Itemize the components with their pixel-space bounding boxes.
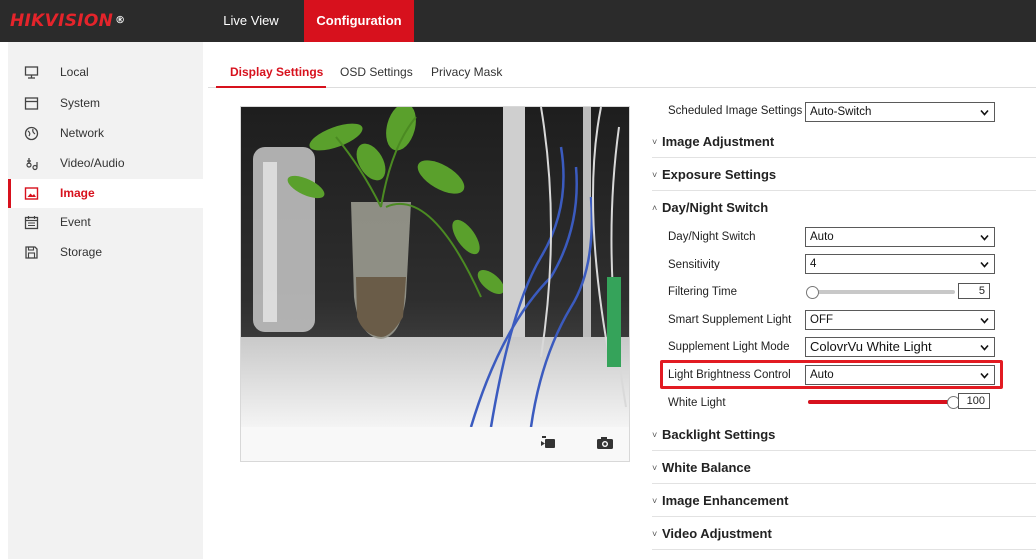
system-icon <box>24 97 39 110</box>
active-tab-underline <box>216 86 326 88</box>
scheduled-image-settings-select[interactable]: Auto-Switch <box>805 102 995 122</box>
section-exposure-settings[interactable]: ˅ Exposure Settings <box>652 158 1036 191</box>
snapshot-icon[interactable] <box>596 436 614 450</box>
hikvision-logo: HIKVISION ® <box>10 11 126 31</box>
white-light-value[interactable]: 100 <box>958 393 990 409</box>
day-night-switch-select[interactable]: Auto <box>805 227 995 247</box>
section-image-enhancement[interactable]: ˅ Image Enhancement <box>652 484 1036 517</box>
scheduled-image-settings-label: Scheduled Image Settings <box>668 105 803 117</box>
chevron-down-icon: ˅ <box>652 430 658 440</box>
video-audio-icon <box>26 158 38 171</box>
smart-supplement-light-label: Smart Supplement Light <box>668 314 792 326</box>
nav-live-view[interactable]: Live View <box>218 0 284 42</box>
section-day-night-switch[interactable]: ˄ Day/Night Switch <box>652 191 1036 224</box>
select-value: Auto <box>810 369 834 381</box>
chevron-down-icon <box>980 372 989 379</box>
chevron-down-icon <box>980 109 989 116</box>
sidebar-item-label: Network <box>60 126 105 140</box>
section-backlight-settings[interactable]: ˅ Backlight Settings <box>652 418 1036 451</box>
select-value: OFF <box>810 314 833 326</box>
chevron-down-icon: ˅ <box>652 496 658 506</box>
tab-privacy-mask[interactable]: Privacy Mask <box>431 64 502 84</box>
sidebar-item-image[interactable]: Image <box>8 179 203 208</box>
storage-icon <box>25 246 38 259</box>
video-preview <box>241 107 629 427</box>
chevron-down-icon <box>980 317 989 324</box>
white-light-slider-fill <box>808 400 953 404</box>
sidebar-item-video-audio[interactable]: Video/Audio <box>8 149 203 178</box>
sidebar-item-storage[interactable]: Storage <box>8 238 203 267</box>
sidebar-item-label: Event <box>60 215 91 229</box>
section-white-balance[interactable]: ˅ White Balance <box>652 451 1036 484</box>
sidebar-item-label: Video/Audio <box>60 156 125 170</box>
sensitivity-select[interactable]: 4 <box>805 254 995 274</box>
sidebar-item-label: Image <box>60 186 95 200</box>
sidebar: Local System Network Video/Audio Image E… <box>8 42 203 559</box>
active-indicator <box>8 179 11 208</box>
chevron-down-icon: ˅ <box>652 463 658 473</box>
light-brightness-control-label: Light Brightness Control <box>668 369 791 381</box>
chevron-down-icon <box>980 344 989 351</box>
sidebar-item-label: Local <box>60 65 89 79</box>
filtering-time-slider[interactable] <box>812 290 955 294</box>
chevron-down-icon: ˅ <box>652 170 658 180</box>
sidebar-item-system[interactable]: System <box>8 89 203 118</box>
video-toolbar <box>241 427 629 461</box>
top-bar: HIKVISION ® Live View Configuration <box>0 0 1036 42</box>
smart-supplement-light-select[interactable]: OFF <box>805 310 995 330</box>
light-brightness-control-select[interactable]: Auto <box>805 365 995 385</box>
sidebar-item-local[interactable]: Local <box>8 58 203 87</box>
select-value: Auto <box>810 231 834 243</box>
supplement-light-mode-select[interactable]: ColovrVu White Light <box>805 337 995 357</box>
select-value: ColovrVu White Light <box>810 339 932 354</box>
supplement-light-mode-label: Supplement Light Mode <box>668 341 790 353</box>
section-image-adjustment[interactable]: ˅ Image Adjustment <box>652 125 1036 158</box>
tab-divider <box>208 87 1036 88</box>
chevron-down-icon <box>980 234 989 241</box>
chevron-down-icon: ˅ <box>652 137 658 147</box>
select-value: 4 <box>810 258 817 270</box>
section-video-adjustment[interactable]: ˅ Video Adjustment <box>652 517 1036 550</box>
record-icon[interactable] <box>540 436 558 450</box>
tab-osd-settings[interactable]: OSD Settings <box>340 64 413 84</box>
sidebar-item-label: Storage <box>60 245 103 259</box>
image-icon <box>24 187 39 200</box>
calendar-icon <box>24 216 39 230</box>
white-light-label: White Light <box>668 397 726 409</box>
monitor-icon <box>24 66 39 79</box>
filtering-time-slider-handle[interactable] <box>806 286 819 299</box>
chevron-down-icon <box>980 261 989 268</box>
select-value: Auto-Switch <box>810 106 872 118</box>
filtering-time-value[interactable]: 5 <box>958 283 990 299</box>
chevron-up-icon: ˄ <box>652 203 658 213</box>
sidebar-item-event[interactable]: Event <box>8 208 203 237</box>
chevron-down-icon: ˅ <box>652 529 658 539</box>
globe-icon <box>24 126 39 141</box>
sidebar-item-network[interactable]: Network <box>8 119 203 148</box>
sidebar-item-label: System <box>60 96 101 110</box>
camera-image <box>241 107 629 427</box>
day-night-switch-label: Day/Night Switch <box>668 231 756 243</box>
tab-display-settings[interactable]: Display Settings <box>230 64 323 84</box>
filtering-time-label: Filtering Time <box>668 286 738 298</box>
sensitivity-label: Sensitivity <box>668 259 720 271</box>
nav-configuration[interactable]: Configuration <box>304 0 414 42</box>
